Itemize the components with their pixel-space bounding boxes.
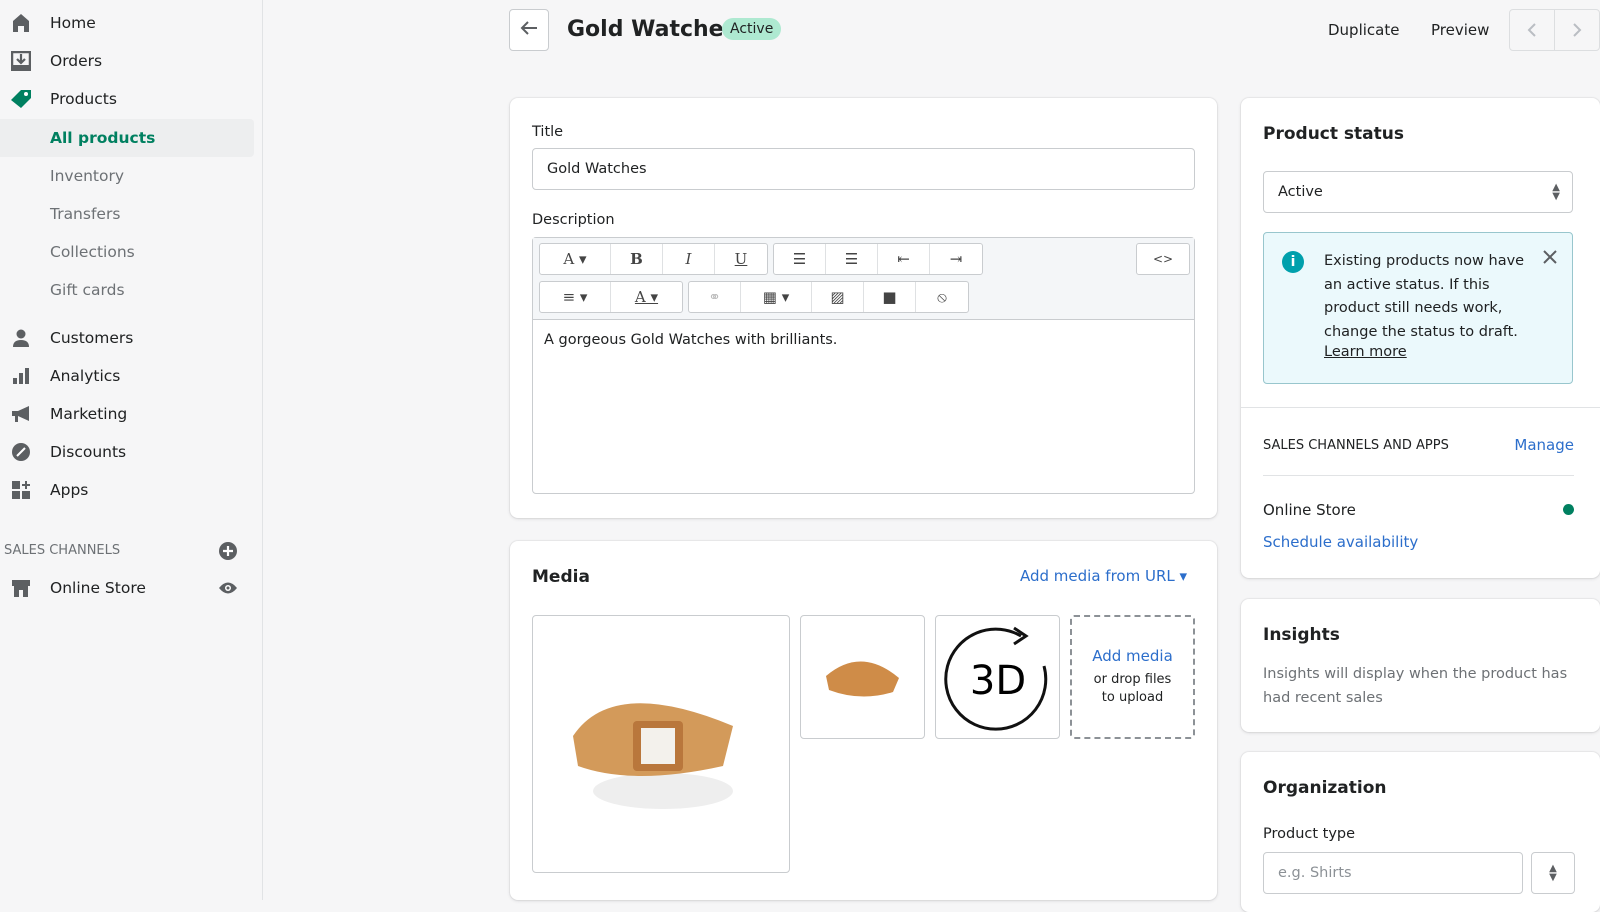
watch-thumbnail-image [826, 661, 899, 697]
eye-icon[interactable] [218, 580, 238, 600]
clear-format-button[interactable]: ⦸ [916, 282, 968, 312]
description-editor: A ▾ B I U ☰ ☰ ⇤ ⇥ <> ≡ ▾ A ▾ ⚭ ▦ ▾ ▨ ■ ⦸… [532, 237, 1195, 494]
back-button[interactable] [509, 9, 549, 51]
nav-all-products[interactable]: All products [0, 119, 254, 157]
media-thumbnail[interactable] [800, 615, 925, 739]
manage-link[interactable]: Manage [1514, 436, 1574, 454]
product-status-card: Product status Active ▲ ▼ i Existing produ… [1241, 98, 1600, 578]
orders-icon [10, 50, 32, 72]
active-status-dot [1563, 504, 1574, 515]
nav-orders[interactable]: Orders [0, 42, 254, 80]
italic-button[interactable]: I [663, 244, 715, 274]
bar-chart-icon [10, 365, 32, 387]
pager [1509, 9, 1600, 51]
outdent-button[interactable]: ⇤ [878, 244, 930, 274]
media-3d-model[interactable]: 3D [935, 615, 1060, 739]
home-icon [10, 12, 32, 34]
image-button[interactable]: ▨ [812, 282, 864, 312]
table-dropdown[interactable]: ▦ ▾ [741, 282, 812, 312]
text-color-dropdown[interactable]: A ▾ [611, 282, 682, 312]
nav-apps[interactable]: Apps [0, 471, 254, 509]
close-icon[interactable] [1542, 249, 1558, 269]
status-badge: Active [722, 18, 782, 40]
nav-marketing[interactable]: Marketing [0, 395, 254, 433]
title-label: Title [532, 124, 564, 140]
select-arrows-icon: ▲ ▼ [1549, 863, 1557, 883]
add-media-dropzone[interactable]: Add media or drop files to upload [1070, 615, 1195, 739]
nav-inventory[interactable]: Inventory [0, 157, 254, 195]
discount-icon [10, 441, 32, 463]
svg-text:3D: 3D [970, 658, 1026, 704]
font-dropdown[interactable]: A ▾ [540, 244, 611, 274]
chevron-left-icon [1527, 23, 1536, 37]
insights-card: Insights Insights will display when the … [1241, 599, 1600, 732]
status-select[interactable]: Active ▲ ▼ [1263, 171, 1573, 213]
megaphone-icon [10, 403, 32, 425]
nav-customers[interactable]: Customers [0, 319, 254, 357]
add-media-button[interactable]: Add media [1072, 647, 1193, 665]
3d-model-icon: 3D [944, 626, 1048, 731]
select-arrows-icon: ▲ ▼ [1552, 182, 1560, 202]
bold-button[interactable]: B [611, 244, 663, 274]
align-dropdown[interactable]: ≡ ▾ [540, 282, 611, 312]
insights-heading: Insights [1263, 625, 1340, 645]
chevron-right-icon [1573, 23, 1582, 37]
nav-analytics[interactable]: Analytics [0, 357, 254, 395]
media-card: Media Add media from URL ▾ 3D Add media … [510, 541, 1217, 900]
nav-collections[interactable]: Collections [0, 233, 254, 271]
drop-files-text: or drop files to upload [1093, 672, 1172, 705]
sales-channels-heading: SALES CHANNELS AND APPS [1263, 438, 1449, 453]
learn-more-link[interactable]: Learn more [1324, 344, 1407, 360]
product-type-label: Product type [1263, 826, 1356, 842]
description-text[interactable]: A gorgeous Gold Watches with brilliants. [544, 332, 837, 348]
nav-gift-cards[interactable]: Gift cards [0, 271, 254, 309]
indent-button[interactable]: ⇥ [930, 244, 982, 274]
description-label: Description [532, 212, 615, 228]
product-type-select[interactable]: ▲ ▼ [1531, 852, 1575, 894]
code-view-button[interactable]: <> [1137, 244, 1189, 274]
info-icon: i [1282, 251, 1304, 273]
banner-text: Existing products now have an active sta… [1324, 253, 1525, 340]
nav-products[interactable]: Products [0, 80, 254, 118]
person-icon [10, 327, 32, 349]
apps-icon [10, 479, 32, 501]
nav-home[interactable]: Home [0, 4, 254, 42]
bullet-list-button[interactable]: ☰ [774, 244, 826, 274]
title-input[interactable]: Gold Watches [532, 148, 1195, 190]
link-button[interactable]: ⚭ [689, 282, 741, 312]
add-sales-channel-icon[interactable] [218, 541, 238, 565]
store-icon [10, 577, 32, 599]
nav-transfers[interactable]: Transfers [0, 195, 254, 233]
media-main-image[interactable] [532, 615, 790, 873]
numbered-list-button[interactable]: ☰ [826, 244, 878, 274]
product-status-heading: Product status [1263, 124, 1404, 144]
next-button[interactable] [1555, 10, 1599, 50]
add-media-from-url-button[interactable]: Add media from URL ▾ [1020, 567, 1187, 585]
product-type-input[interactable]: e.g. Shirts [1263, 852, 1523, 894]
tag-icon [10, 88, 32, 110]
nav-online-store[interactable]: Online Store [0, 569, 254, 607]
organization-card: Organization Product type e.g. Shirts ▲ ▼ [1241, 752, 1600, 912]
duplicate-button[interactable]: Duplicate [1328, 21, 1399, 39]
sidebar: Home Orders Products All products Invent… [0, 0, 263, 900]
video-button[interactable]: ■ [864, 282, 916, 312]
page-title: Gold Watches [567, 17, 737, 42]
nav-discounts[interactable]: Discounts [0, 433, 254, 471]
organization-heading: Organization [1263, 778, 1387, 798]
arrow-left-icon [519, 20, 539, 40]
sales-channels-heading: SALES CHANNELS [4, 543, 121, 558]
gold-watch-image [573, 703, 733, 809]
info-banner: i Existing products now have an active s… [1263, 232, 1573, 384]
preview-button[interactable]: Preview [1431, 21, 1489, 39]
insights-text: Insights will display when the product h… [1263, 666, 1568, 706]
media-heading: Media [532, 567, 590, 587]
online-store-channel: Online Store [1263, 501, 1356, 519]
underline-button[interactable]: U [715, 244, 767, 274]
editor-toolbar: A ▾ B I U ☰ ☰ ⇤ ⇥ <> ≡ ▾ A ▾ ⚭ ▦ ▾ ▨ ■ ⦸ [533, 238, 1194, 320]
schedule-availability-link[interactable]: Schedule availability [1263, 533, 1418, 551]
title-description-card: Title Gold Watches Description A ▾ B I U… [510, 98, 1217, 518]
previous-button[interactable] [1510, 10, 1555, 50]
